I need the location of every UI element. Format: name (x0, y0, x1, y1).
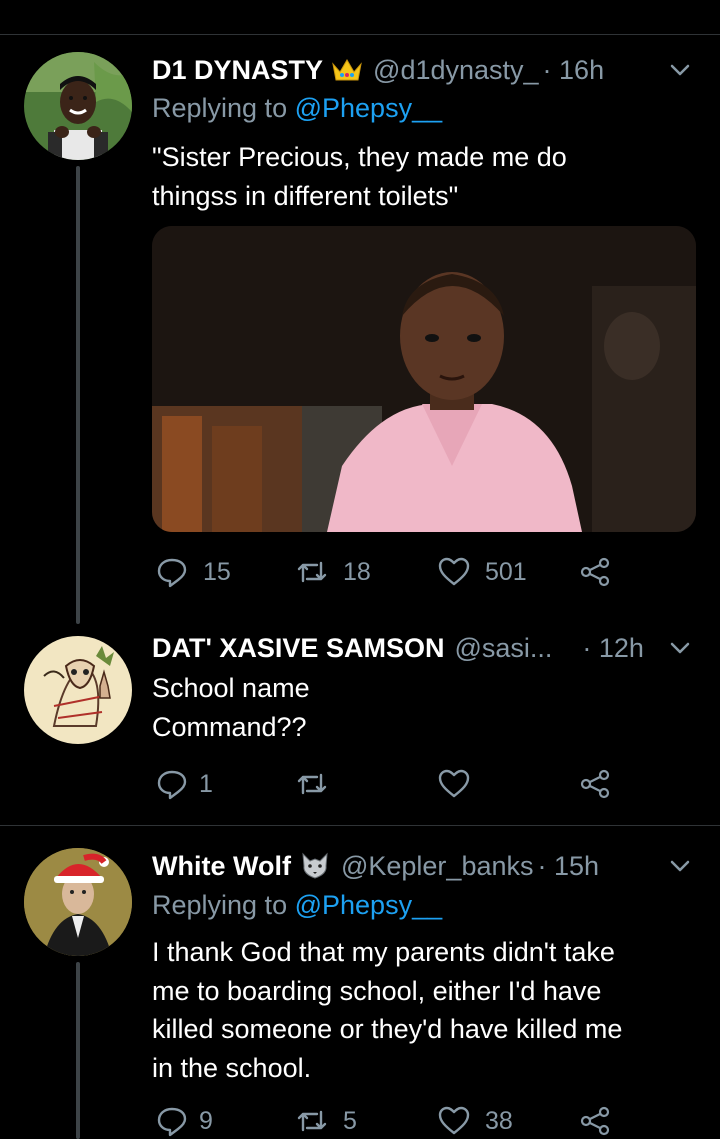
share-icon (580, 1106, 610, 1136)
reply-button[interactable]: 15 (155, 555, 231, 589)
tweet-text: I thank God that my parents didn't take … (152, 933, 622, 1087)
tweet-header: DAT' XASIVE SAMSON @sasi... · 12h (152, 628, 644, 668)
tweet-header: White Wolf @Kepler_banks · 15h (152, 846, 599, 886)
retweet-icon (297, 773, 327, 795)
tweet-text-line: in the school. (152, 1052, 312, 1083)
tweet-text-line: me to boarding school, either I'd have (152, 975, 602, 1006)
reply-count: 9 (199, 1106, 213, 1135)
heart-icon (438, 769, 470, 798)
thread-line (76, 166, 80, 624)
chevron-down-icon[interactable] (666, 634, 694, 662)
reply-icon (157, 1107, 187, 1137)
tweet-text-line: Command?? (152, 711, 307, 742)
tweet-media-image[interactable] (152, 226, 696, 532)
tweet-text: "Sister Precious, they made me do things… (152, 138, 567, 215)
replying-to: Replying to @Phepsy__ (152, 93, 442, 124)
share-button[interactable] (578, 555, 612, 589)
share-button[interactable] (578, 1104, 612, 1138)
wolf-icon (299, 852, 331, 880)
retweet-button[interactable] (295, 767, 329, 801)
like-button[interactable] (437, 767, 471, 801)
display-name[interactable]: DAT' XASIVE SAMSON (152, 633, 444, 664)
reply-icon (157, 558, 187, 588)
timestamp[interactable]: · 12h (582, 633, 644, 664)
thread-line (76, 962, 80, 1139)
replying-to: Replying to @Phepsy__ (152, 890, 442, 921)
avatar[interactable] (24, 636, 132, 744)
heart-icon (438, 557, 470, 586)
tweet-text-line: killed someone or they'd have killed me (152, 1014, 623, 1044)
handle[interactable]: @sasi... (454, 633, 552, 664)
tweet-text-line: School name (152, 673, 310, 703)
retweet-icon (297, 561, 327, 583)
chevron-down-icon[interactable] (666, 56, 694, 84)
display-name[interactable]: D1 DYNASTY (152, 55, 323, 86)
avatar[interactable] (24, 848, 132, 956)
replying-label: Replying to (152, 93, 288, 123)
timestamp[interactable]: · 16h (543, 55, 605, 86)
share-icon (580, 769, 610, 799)
crown-icon (331, 56, 363, 84)
chevron-down-icon[interactable] (666, 852, 694, 880)
share-button[interactable] (578, 767, 612, 801)
tweet-header: D1 DYNASTY @d1dynasty_ · 16h (152, 50, 604, 90)
retweet-button[interactable]: 18 (295, 555, 371, 589)
tweet-text-line: thingss in different toilets" (152, 180, 459, 211)
timestamp[interactable]: · 15h (538, 851, 600, 882)
retweet-button[interactable]: 5 (295, 1104, 357, 1138)
avatar[interactable] (24, 52, 132, 160)
handle[interactable]: @Kepler_banks (341, 851, 534, 882)
heart-icon (438, 1106, 470, 1135)
reply-button[interactable]: 1 (155, 767, 213, 801)
reply-icon (157, 770, 187, 800)
tweet-text: School name Command?? (152, 669, 310, 746)
display-name[interactable]: White Wolf (152, 851, 291, 882)
reply-count: 15 (203, 557, 231, 586)
top-divider (0, 34, 720, 35)
retweet-count: 5 (343, 1106, 357, 1135)
tweet-text-line: I thank God that my parents didn't take (152, 937, 615, 967)
tweet-text-line: "Sister Precious, they made me do (152, 142, 567, 172)
replying-label: Replying to (152, 890, 288, 920)
handle[interactable]: @d1dynasty_ (373, 55, 539, 86)
like-button[interactable]: 501 (437, 555, 527, 589)
like-count: 501 (485, 557, 527, 586)
reply-count: 1 (199, 769, 213, 798)
like-count: 38 (485, 1106, 513, 1135)
share-icon (580, 557, 610, 587)
like-button[interactable]: 38 (437, 1104, 513, 1138)
reply-button[interactable]: 9 (155, 1104, 213, 1138)
retweet-icon (297, 1110, 327, 1132)
tweet-divider (0, 825, 720, 826)
mention-link[interactable]: @Phepsy__ (295, 890, 443, 920)
retweet-count: 18 (343, 557, 371, 586)
mention-link[interactable]: @Phepsy__ (295, 93, 443, 123)
